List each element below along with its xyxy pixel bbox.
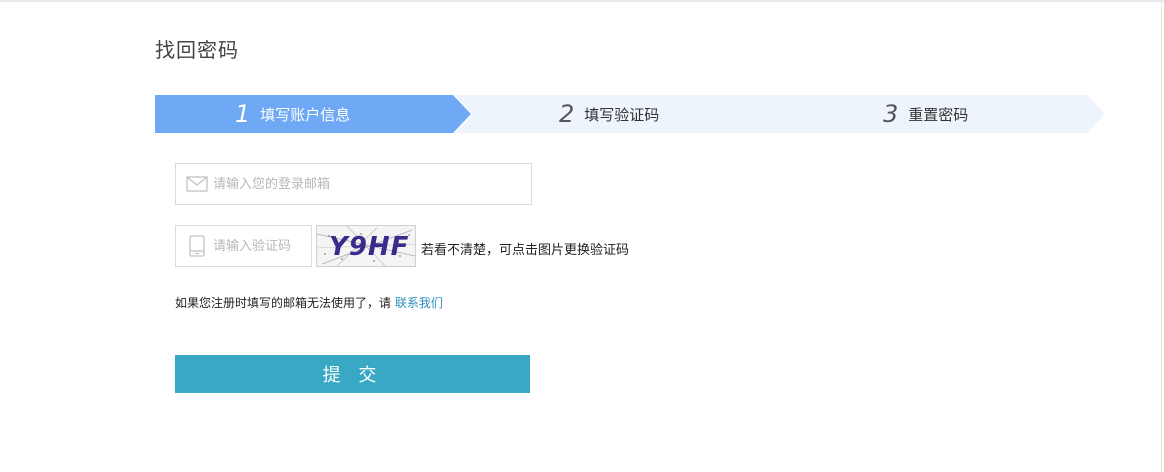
mail-icon xyxy=(185,172,209,196)
page-title: 找回密码 xyxy=(155,38,239,62)
step-3-label: 重置密码 xyxy=(908,105,969,124)
email-input[interactable] xyxy=(213,176,531,192)
help-note-text: 如果您注册时填写的邮箱无法使用了，请 xyxy=(175,296,392,310)
step-1: 1 填写账户信息 xyxy=(155,95,471,133)
contact-us-link[interactable]: 联系我们 xyxy=(395,296,443,310)
step-2-label: 填写验证码 xyxy=(584,105,660,124)
step-2-number: 2 xyxy=(559,100,575,128)
phone-icon xyxy=(185,234,209,258)
verification-code-input[interactable] xyxy=(213,238,311,254)
step-progress-bar: 1 填写账户信息 2 填写验证码 3 重置密码 xyxy=(155,95,1105,133)
right-border xyxy=(1161,0,1162,472)
verification-code-field[interactable] xyxy=(175,225,312,267)
captcha-image[interactable]: Y9HF xyxy=(316,225,416,267)
top-border xyxy=(0,0,1164,2)
email-field[interactable] xyxy=(175,163,532,205)
step-1-label: 填写账户信息 xyxy=(260,105,351,124)
step-3-number: 3 xyxy=(883,100,899,128)
step-2: 2 填写验证码 xyxy=(455,95,789,133)
captcha-hint: 若看不清楚，可点击图片更换验证码 xyxy=(421,243,630,258)
captcha-text: Y9HF xyxy=(329,232,410,262)
step-3: 3 重置密码 xyxy=(771,95,1105,133)
step-1-number: 1 xyxy=(235,100,251,128)
help-note: 如果您注册时填写的邮箱无法使用了，请 联系我们 xyxy=(175,294,443,311)
submit-button[interactable]: 提 交 xyxy=(175,355,530,393)
